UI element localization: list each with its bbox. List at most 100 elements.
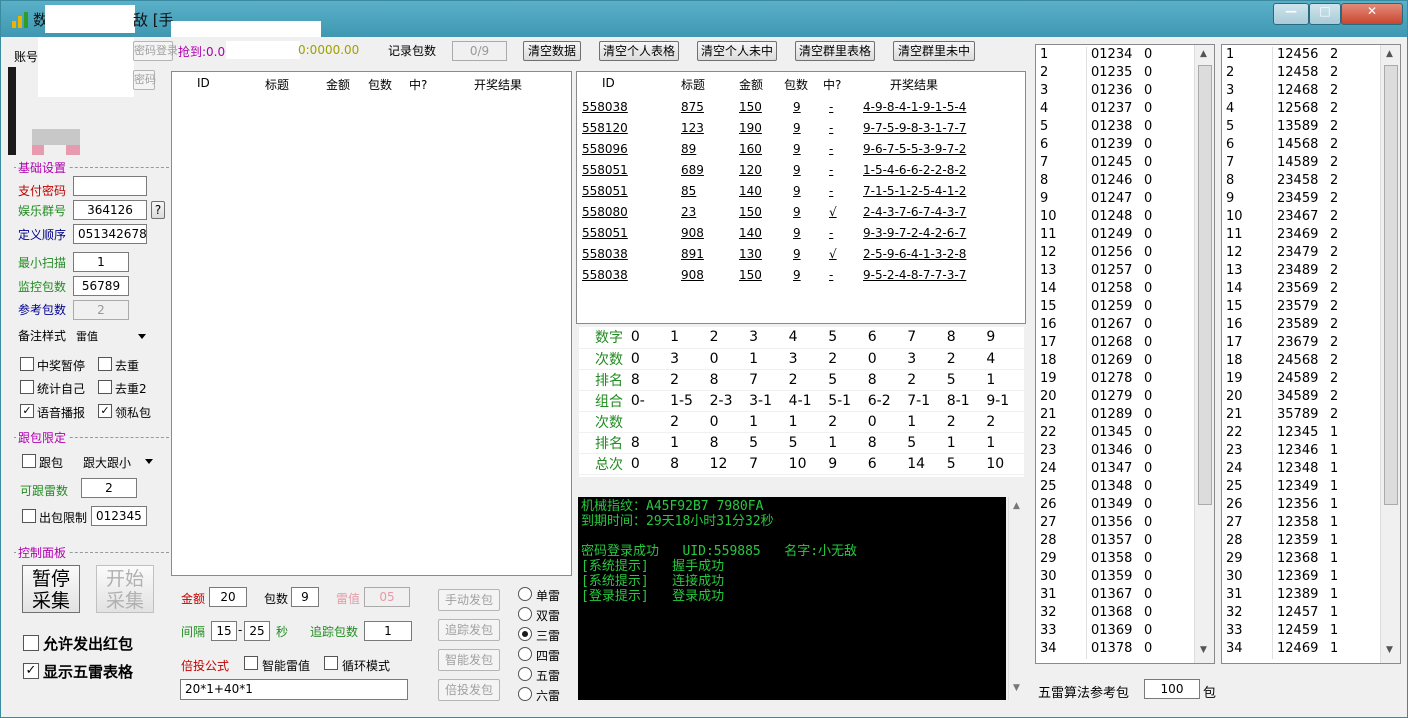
pause-collect-button[interactable]: 暂停 采集 bbox=[22, 565, 80, 613]
show-five-checkbox[interactable]: ✓ bbox=[23, 663, 39, 679]
group-number-field[interactable]: 364126 bbox=[73, 200, 147, 220]
list-item[interactable]: 23 01346 0 bbox=[1036, 443, 1192, 460]
list-item[interactable]: 9 01247 0 bbox=[1036, 191, 1192, 208]
mine-count-radio[interactable] bbox=[518, 667, 532, 681]
chase-send-button[interactable]: 追踪发包 bbox=[438, 619, 500, 641]
list-item[interactable]: 24 12348 1 bbox=[1222, 461, 1378, 478]
list-item[interactable]: 28 12359 1 bbox=[1222, 533, 1378, 550]
formula-field[interactable]: 20*1+40*1 bbox=[180, 679, 408, 700]
list-item[interactable]: 30 01359 0 bbox=[1036, 569, 1192, 586]
manual-send-button[interactable]: 手动发包 bbox=[438, 589, 500, 611]
list-item[interactable]: 32 01368 0 bbox=[1036, 605, 1192, 622]
clear-personal-table-button[interactable]: 清空个人表格 bbox=[599, 41, 679, 61]
list-item[interactable]: 24 01347 0 bbox=[1036, 461, 1192, 478]
minimize-button[interactable]: — bbox=[1273, 3, 1309, 25]
five-mine-field[interactable]: 100 bbox=[1144, 679, 1200, 699]
pause-on-win-checkbox[interactable] bbox=[20, 357, 34, 371]
mine-count-radio[interactable] bbox=[518, 627, 532, 641]
count-field[interactable]: 9 bbox=[291, 587, 319, 607]
list-item[interactable]: 15 01259 0 bbox=[1036, 299, 1192, 316]
list-item[interactable]: 6 01239 0 bbox=[1036, 137, 1192, 154]
list-item[interactable]: 16 23589 2 bbox=[1222, 317, 1378, 334]
list-item[interactable]: 27 12358 1 bbox=[1222, 515, 1378, 532]
dedup2-checkbox[interactable] bbox=[98, 380, 112, 394]
list-item[interactable]: 31 12389 1 bbox=[1222, 587, 1378, 604]
follow-checkbox[interactable] bbox=[22, 454, 36, 468]
list-a-scrollbar[interactable]: ▲ ▼ bbox=[1194, 45, 1214, 663]
smart-mine-checkbox[interactable] bbox=[244, 656, 258, 670]
list-item[interactable]: 5 13589 2 bbox=[1222, 119, 1378, 136]
ref-count-field[interactable]: 2 bbox=[73, 300, 129, 320]
list-item[interactable]: 3 12468 2 bbox=[1222, 83, 1378, 100]
list-item[interactable]: 17 23679 2 bbox=[1222, 335, 1378, 352]
chase-field[interactable]: 1 bbox=[364, 621, 412, 641]
list-item[interactable]: 21 35789 2 bbox=[1222, 407, 1378, 424]
list-item[interactable]: 4 01237 0 bbox=[1036, 101, 1192, 118]
list-item[interactable]: 17 01268 0 bbox=[1036, 335, 1192, 352]
list-item[interactable]: 28 01357 0 bbox=[1036, 533, 1192, 550]
list-item[interactable]: 9 23459 2 bbox=[1222, 191, 1378, 208]
list-item[interactable]: 2 12458 2 bbox=[1222, 65, 1378, 82]
amount-field[interactable]: 20 bbox=[209, 587, 247, 607]
order-field[interactable]: 0513426789 bbox=[73, 224, 147, 244]
note-style-select[interactable]: 雷值 bbox=[76, 328, 98, 344]
list-b-scroll-thumb[interactable] bbox=[1384, 65, 1398, 505]
list-item[interactable]: 30 12369 1 bbox=[1222, 569, 1378, 586]
loop-mode-checkbox[interactable] bbox=[324, 656, 338, 670]
limit-checkbox[interactable] bbox=[22, 509, 36, 523]
list-item[interactable]: 12 01256 0 bbox=[1036, 245, 1192, 262]
list-item[interactable]: 34 12469 1 bbox=[1222, 641, 1378, 658]
password-login-button[interactable]: 密码登录 bbox=[133, 41, 178, 61]
list-item[interactable]: 11 23469 2 bbox=[1222, 227, 1378, 244]
list-item[interactable]: 4 12568 2 bbox=[1222, 101, 1378, 118]
list-item[interactable]: 21 01289 0 bbox=[1036, 407, 1192, 424]
mine-count-radio[interactable] bbox=[518, 647, 532, 661]
clear-group-miss-button[interactable]: 清空群里未中 bbox=[893, 41, 975, 61]
clear-group-table-button[interactable]: 清空群里表格 bbox=[795, 41, 875, 61]
list-item[interactable]: 18 01269 0 bbox=[1036, 353, 1192, 370]
maximize-button[interactable]: □ bbox=[1309, 3, 1341, 25]
mine-count-radio[interactable] bbox=[518, 587, 532, 601]
list-item[interactable]: 27 01356 0 bbox=[1036, 515, 1192, 532]
follow-mode-dropdown-icon[interactable] bbox=[145, 459, 153, 464]
list-item[interactable]: 7 01245 0 bbox=[1036, 155, 1192, 172]
list-item[interactable]: 32 12457 1 bbox=[1222, 605, 1378, 622]
list-item[interactable]: 33 01369 0 bbox=[1036, 623, 1192, 640]
help-button[interactable]: ? bbox=[151, 201, 165, 219]
count-self-checkbox[interactable] bbox=[20, 380, 34, 394]
record-count-field[interactable]: 0/9 bbox=[452, 41, 507, 61]
list-item[interactable]: 25 01348 0 bbox=[1036, 479, 1192, 496]
list-item[interactable]: 2 01235 0 bbox=[1036, 65, 1192, 82]
list-a-scroll-thumb[interactable] bbox=[1198, 65, 1212, 505]
start-collect-button[interactable]: 开始 采集 bbox=[96, 565, 154, 613]
list-item[interactable]: 16 01267 0 bbox=[1036, 317, 1192, 334]
scroll-up-icon[interactable]: ▲ bbox=[1013, 501, 1020, 511]
close-button[interactable]: ✕ bbox=[1341, 3, 1403, 25]
dedup-checkbox[interactable] bbox=[98, 357, 112, 371]
limit-field[interactable]: 012345 bbox=[91, 506, 147, 526]
list-item[interactable]: 14 23569 2 bbox=[1222, 281, 1378, 298]
list-a-scroll-down-icon[interactable]: ▼ bbox=[1200, 645, 1207, 655]
list-item[interactable]: 26 01349 0 bbox=[1036, 497, 1192, 514]
list-item[interactable]: 7 14589 2 bbox=[1222, 155, 1378, 172]
list-item[interactable]: 3 01236 0 bbox=[1036, 83, 1192, 100]
multiplier-send-button[interactable]: 倍投发包 bbox=[438, 679, 500, 701]
list-item[interactable]: 8 01246 0 bbox=[1036, 173, 1192, 190]
note-style-dropdown-icon[interactable] bbox=[138, 334, 146, 339]
interval-from-field[interactable]: 15 bbox=[211, 621, 237, 641]
list-item[interactable]: 15 23579 2 bbox=[1222, 299, 1378, 316]
list-item[interactable]: 31 01367 0 bbox=[1036, 587, 1192, 604]
list-item[interactable]: 10 23467 2 bbox=[1222, 209, 1378, 226]
list-item[interactable]: 22 01345 0 bbox=[1036, 425, 1192, 442]
list-item[interactable]: 19 01278 0 bbox=[1036, 371, 1192, 388]
list-item[interactable]: 8 23458 2 bbox=[1222, 173, 1378, 190]
console-scrollbar[interactable]: ▲ ▼ bbox=[1008, 497, 1026, 700]
list-item[interactable]: 34 01378 0 bbox=[1036, 641, 1192, 658]
clear-data-button[interactable]: 清空数据 bbox=[523, 41, 581, 61]
list-item[interactable]: 29 01358 0 bbox=[1036, 551, 1192, 568]
list-item[interactable]: 6 14568 2 bbox=[1222, 137, 1378, 154]
list-item[interactable]: 19 24589 2 bbox=[1222, 371, 1378, 388]
list-item[interactable]: 26 12356 1 bbox=[1222, 497, 1378, 514]
list-b-scroll-up-icon[interactable]: ▲ bbox=[1386, 49, 1393, 59]
list-item[interactable]: 23 12346 1 bbox=[1222, 443, 1378, 460]
